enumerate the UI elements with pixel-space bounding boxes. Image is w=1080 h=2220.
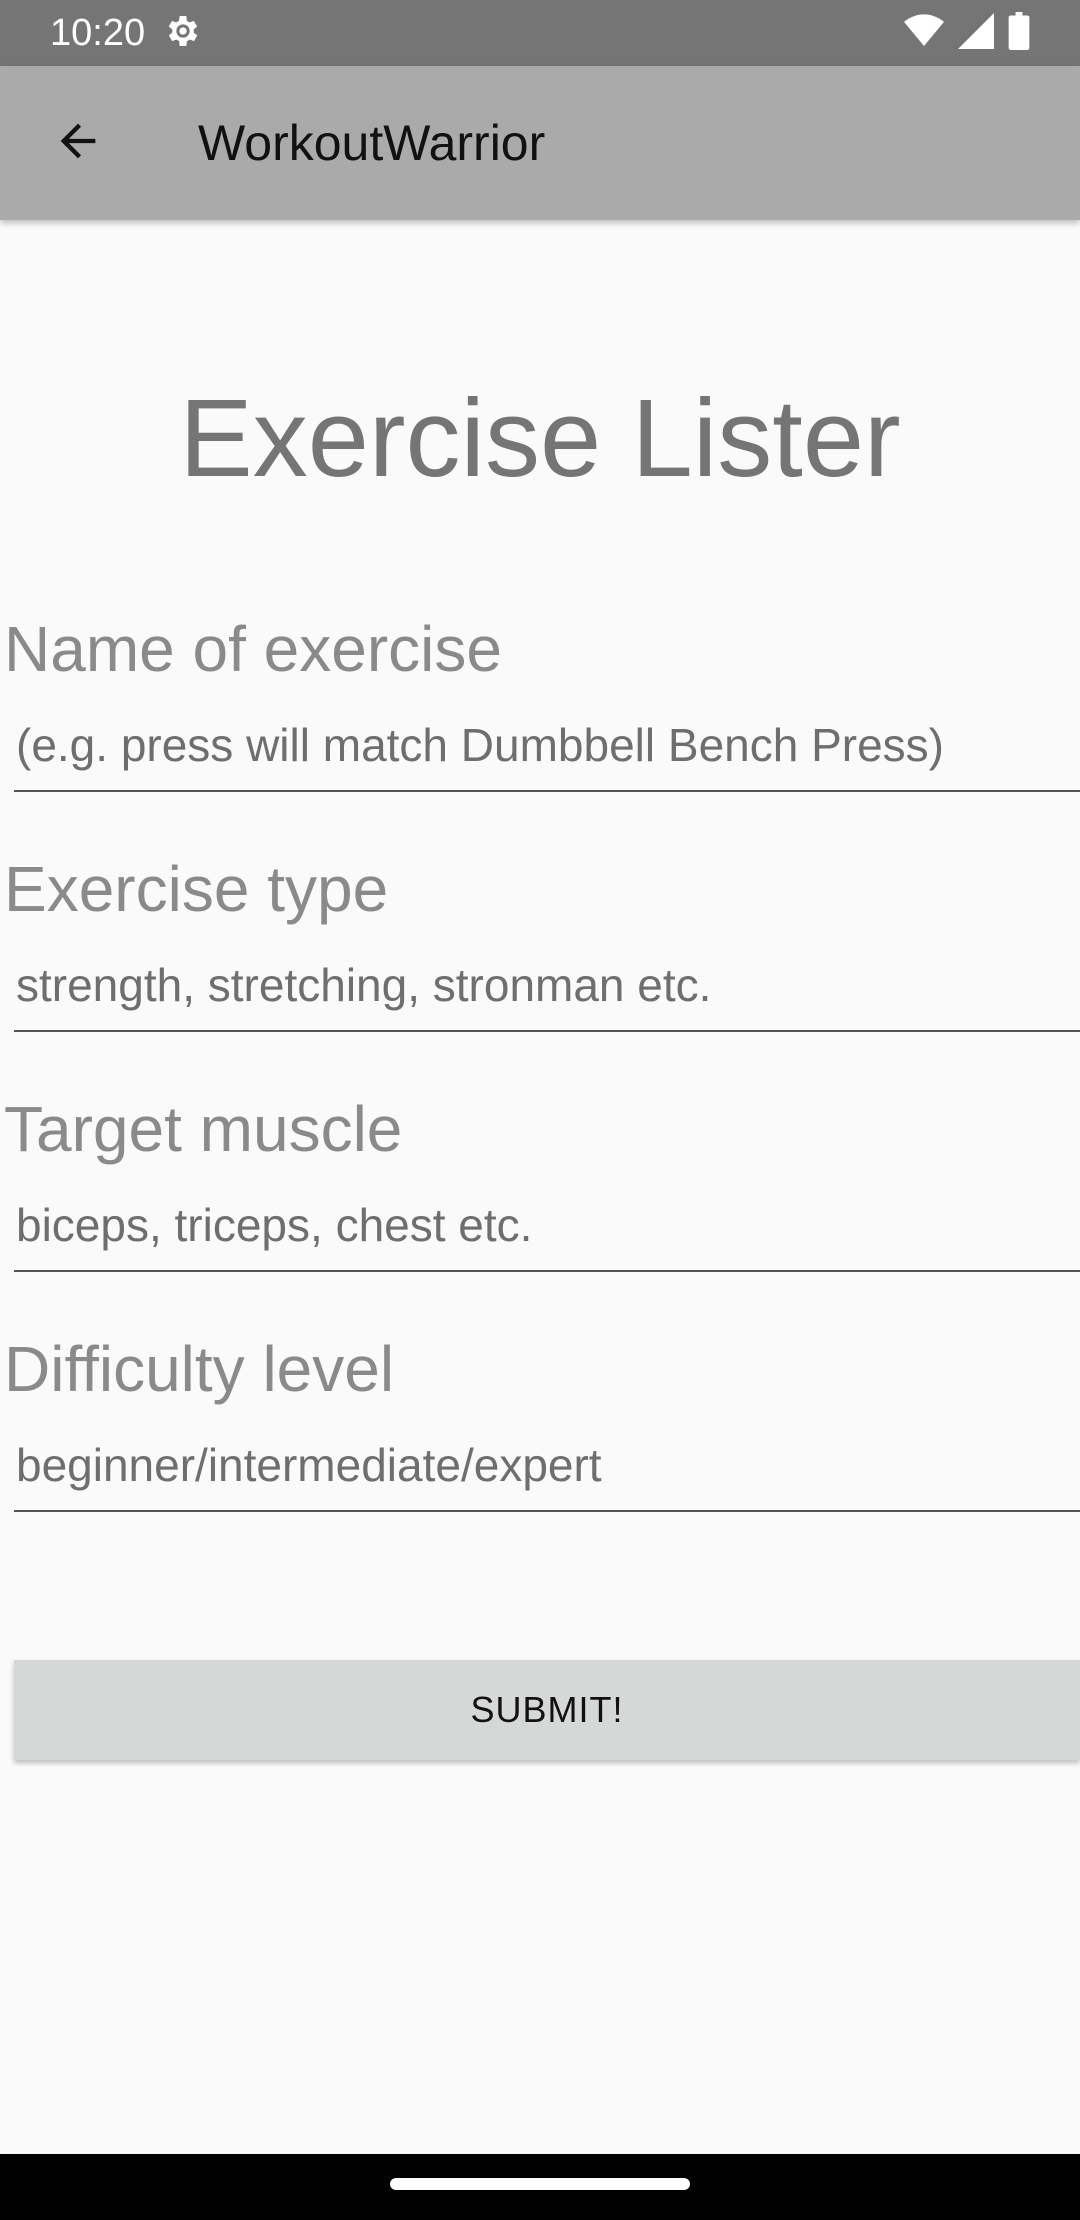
label-target-muscle: Target muscle (4, 1093, 403, 1165)
home-gesture-handle[interactable] (390, 2178, 690, 2190)
status-left: 10:20 (50, 11, 203, 56)
status-right (904, 11, 1030, 55)
status-bar: 10:20 (0, 0, 1080, 66)
battery-icon (1008, 11, 1030, 55)
navigation-bar (0, 2154, 1080, 2220)
arrow-back-icon (52, 115, 104, 172)
label-difficulty-level: Difficulty level (4, 1333, 395, 1405)
label-exercise-type: Exercise type (4, 853, 389, 925)
target-muscle-input[interactable] (14, 1192, 1080, 1272)
exercise-type-input[interactable] (14, 952, 1080, 1032)
settings-gear-icon (163, 11, 203, 56)
difficulty-level-input[interactable] (14, 1432, 1080, 1512)
status-time: 10:20 (50, 11, 146, 54)
label-name-of-exercise: Name of exercise (4, 613, 502, 685)
back-button[interactable] (28, 93, 128, 193)
screen: 10:20 WorkoutWarrior Exercise Lister Nam… (0, 0, 1080, 2220)
app-bar: WorkoutWarrior (0, 66, 1080, 220)
app-title: WorkoutWarrior (198, 115, 546, 171)
name-of-exercise-input[interactable] (14, 712, 1080, 792)
wifi-icon (904, 13, 944, 54)
submit-button[interactable]: SUBMIT! (14, 1660, 1080, 1760)
signal-icon (958, 12, 994, 54)
page-title: Exercise Lister (179, 377, 901, 500)
